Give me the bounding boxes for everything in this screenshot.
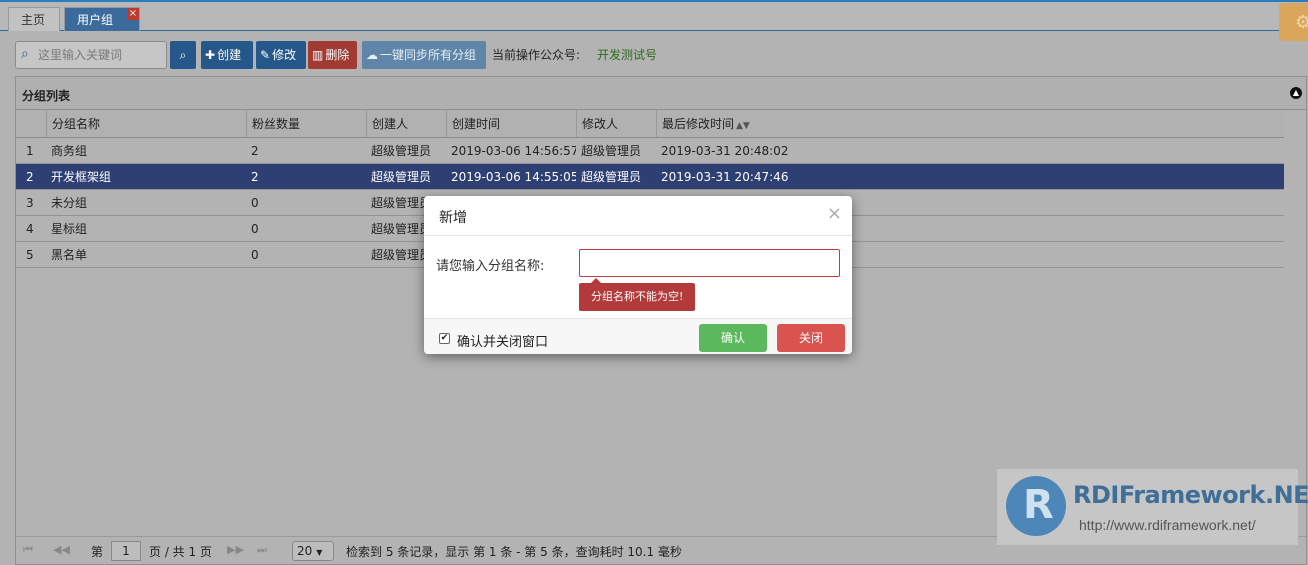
row-fans: 0 bbox=[251, 222, 259, 236]
confirm-button[interactable]: 确认 bbox=[699, 324, 767, 352]
panel-header: 分组列表 ▲ bbox=[16, 77, 1306, 110]
row-index: 5 bbox=[26, 248, 34, 262]
row-index: 4 bbox=[26, 222, 34, 236]
row-group-name: 商务组 bbox=[51, 144, 88, 158]
page-number-input[interactable]: 1 bbox=[111, 541, 141, 561]
table-header: 分组名称 粉丝数量 创建人 创建时间 修改人 最后修改时间 ▲▼ bbox=[16, 110, 1284, 138]
cloud-upload-icon: ☁ bbox=[366, 48, 378, 62]
panel-title: 分组列表 bbox=[22, 89, 71, 103]
search-icon: ⌕ bbox=[179, 48, 187, 62]
dialog-footer: ✔ 确认并关闭窗口 确认 关闭 bbox=[424, 318, 852, 354]
close-icon[interactable]: × bbox=[827, 205, 842, 223]
brand-name: RDIFramework.NET bbox=[1073, 481, 1308, 509]
row-created: 2019-03-06 14:55:05 bbox=[451, 170, 576, 184]
add-group-dialog: 新增 × 请您输入分组名称: 分组名称不能为空! ✔ 确认并关闭窗口 确认 关闭 bbox=[424, 196, 852, 354]
plus-icon: ✚ bbox=[205, 48, 216, 62]
row-index: 1 bbox=[26, 144, 34, 158]
tab-user-group-label: 用户组 bbox=[77, 13, 114, 27]
col-modified-time-label: 最后修改时间 bbox=[662, 117, 735, 131]
row-group-name: 黑名单 bbox=[51, 248, 88, 262]
group-name-label: 请您输入分组名称: bbox=[436, 259, 545, 274]
group-name-input[interactable] bbox=[579, 249, 840, 277]
create-label: 创建 bbox=[217, 48, 242, 62]
search-input[interactable] bbox=[38, 45, 162, 65]
pager-summary: 检索到 5 条记录，显示 第 1 条 - 第 5 条，查询耗时 10.1 毫秒 bbox=[346, 545, 682, 559]
row-group-name: 未分组 bbox=[51, 196, 88, 210]
row-created: 2019-03-06 14:56:57 bbox=[451, 144, 576, 158]
row-fans: 2 bbox=[251, 170, 259, 184]
close-button[interactable]: 关闭 bbox=[777, 324, 845, 352]
row-index: 3 bbox=[26, 196, 34, 210]
row-group-name: 星标组 bbox=[51, 222, 88, 236]
delete-label: 删除 bbox=[325, 48, 350, 62]
row-modifier: 超级管理员 bbox=[581, 144, 642, 158]
edit-label: 修改 bbox=[272, 48, 297, 62]
col-creator[interactable]: 创建人 bbox=[366, 110, 446, 137]
first-page-icon[interactable]: ⏮ bbox=[23, 543, 33, 557]
edit-icon: ✎ bbox=[260, 48, 271, 62]
row-modified: 2019-03-31 20:47:46 bbox=[661, 170, 789, 184]
tab-close-icon[interactable]: × bbox=[127, 8, 139, 20]
close-after-confirm-checkbox[interactable]: ✔ bbox=[439, 333, 450, 344]
dialog-title: 新增 bbox=[439, 210, 467, 226]
col-modified-time[interactable]: 最后修改时间 ▲▼ bbox=[656, 110, 1284, 137]
current-account-value: 开发测试号 bbox=[597, 48, 658, 62]
row-modified: 2019-03-31 20:48:02 bbox=[661, 144, 789, 158]
sync-label: 一键同步所有分组 bbox=[380, 48, 477, 62]
table-row-selected[interactable]: 2 开发框架组 2 超级管理员 2019-03-06 14:55:05 超级管理… bbox=[16, 164, 1284, 190]
settings-button[interactable]: ⚙ bbox=[1279, 3, 1308, 41]
col-index bbox=[16, 110, 46, 137]
brand-logo: R bbox=[1006, 476, 1066, 536]
row-creator: 超级管理员 bbox=[371, 144, 432, 158]
sync-groups-button[interactable]: ☁ 一键同步所有分组 bbox=[362, 41, 486, 69]
collapse-icon[interactable]: ▲ bbox=[1290, 87, 1302, 99]
col-group-name[interactable]: 分组名称 bbox=[46, 110, 246, 137]
search-field-icon: ⌕ bbox=[21, 46, 29, 62]
dialog-divider bbox=[424, 235, 852, 236]
close-after-confirm-label[interactable]: 确认并关闭窗口 bbox=[457, 331, 548, 350]
prev-page-icon[interactable]: ◀◀ bbox=[53, 543, 70, 556]
col-modifier[interactable]: 修改人 bbox=[576, 110, 656, 137]
page-prefix: 第 bbox=[91, 545, 104, 559]
page-total: 页 / 共 1 页 bbox=[149, 545, 212, 559]
trash-icon: ▥ bbox=[312, 48, 324, 62]
brand-url: http://www.rdiframework.net/ bbox=[1079, 517, 1256, 533]
tab-bar: 主页 用户组 × bbox=[0, 2, 1308, 31]
page-size-value: 20 bbox=[297, 544, 313, 558]
validation-error-tooltip: 分组名称不能为空! bbox=[579, 278, 696, 311]
edit-button[interactable]: ✎ 修改 bbox=[256, 41, 306, 69]
tab-home[interactable]: 主页 bbox=[8, 7, 60, 31]
current-account-label: 当前操作公众号: bbox=[492, 48, 581, 62]
brand-logo-letter: R bbox=[1023, 482, 1054, 528]
row-group-name: 开发框架组 bbox=[51, 170, 112, 184]
page-size-select[interactable]: 20 ▼ bbox=[292, 541, 334, 561]
table-row[interactable]: 1 商务组 2 超级管理员 2019-03-06 14:56:57 超级管理员 … bbox=[16, 138, 1284, 164]
tab-user-group[interactable]: 用户组 × bbox=[64, 7, 140, 31]
col-fans-count[interactable]: 粉丝数量 bbox=[246, 110, 366, 137]
row-creator: 超级管理员 bbox=[371, 170, 432, 184]
chevron-down-icon: ▼ bbox=[316, 548, 323, 557]
row-fans: 0 bbox=[251, 196, 259, 210]
row-fans: 2 bbox=[251, 144, 259, 158]
brand-watermark: R RDIFramework.NET http://www.rdiframewo… bbox=[997, 469, 1308, 545]
row-fans: 0 bbox=[251, 248, 259, 262]
sort-icon[interactable]: ▲▼ bbox=[736, 121, 750, 131]
last-page-icon[interactable]: ⏭ bbox=[257, 543, 267, 557]
row-index: 2 bbox=[26, 170, 34, 184]
col-created-time[interactable]: 创建时间 bbox=[446, 110, 576, 137]
search-box: ⌕ bbox=[15, 41, 167, 69]
search-button[interactable]: ⌕ bbox=[170, 41, 196, 69]
gear-icon: ⚙ bbox=[1295, 12, 1308, 33]
delete-button[interactable]: ▥ 删除 bbox=[308, 41, 357, 69]
next-page-icon[interactable]: ▶▶ bbox=[227, 543, 244, 556]
row-modifier: 超级管理员 bbox=[581, 170, 642, 184]
create-button[interactable]: ✚ 创建 bbox=[201, 41, 253, 69]
